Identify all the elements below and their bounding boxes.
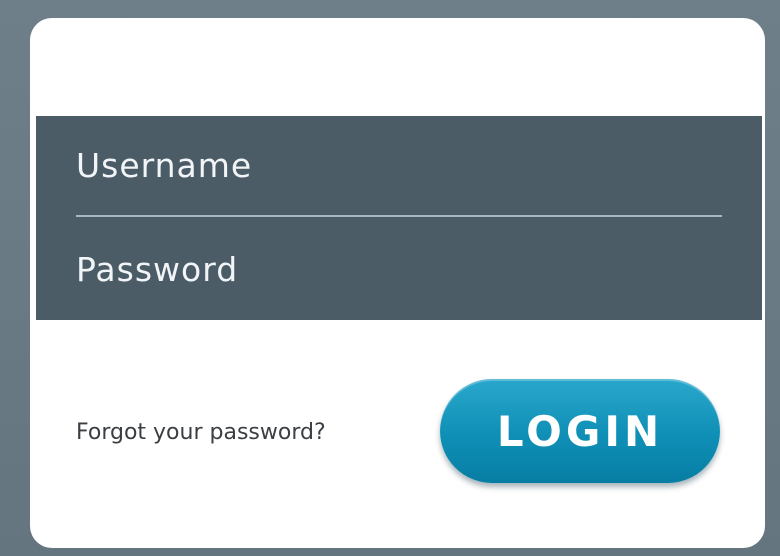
forgot-password-link[interactable]: Forgot your password? <box>76 413 326 453</box>
password-field[interactable]: Password <box>76 240 722 300</box>
field-divider <box>76 215 722 217</box>
credentials-panel: Username Password <box>36 116 762 320</box>
username-field[interactable]: Username <box>76 136 722 196</box>
login-button[interactable]: LOGIN <box>440 379 720 483</box>
